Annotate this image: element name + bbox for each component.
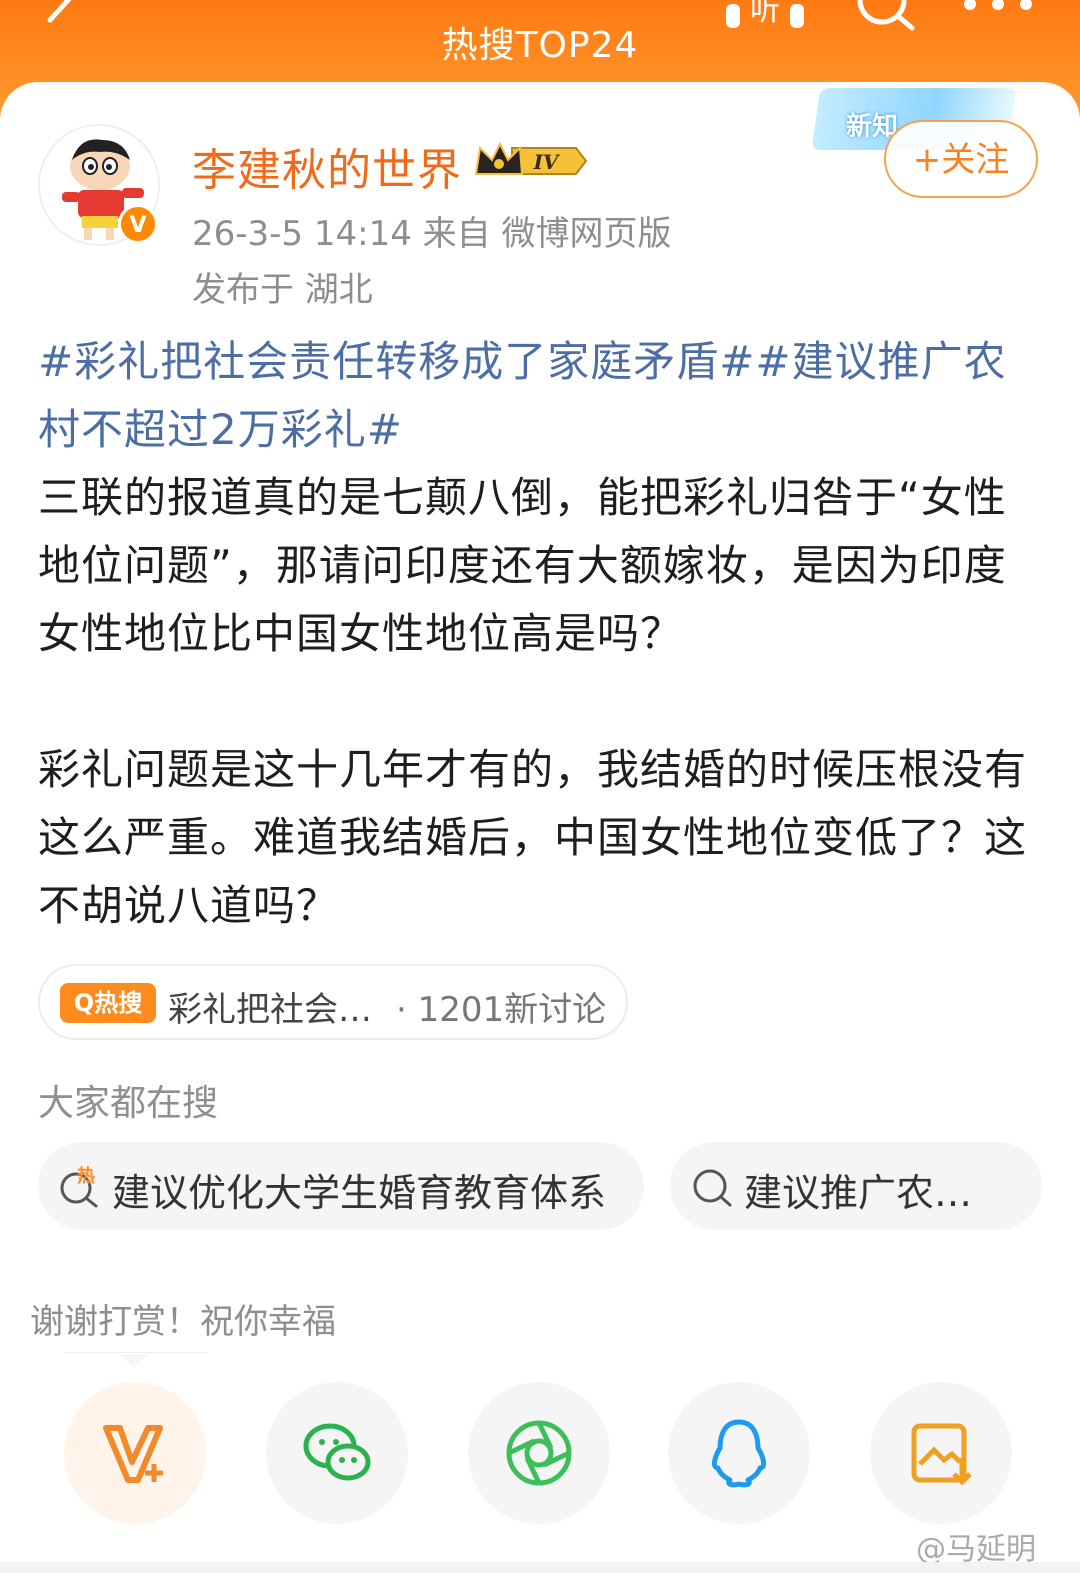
verified-badge: V xyxy=(118,204,158,244)
post-paragraph-1: 三联的报道真的是七颠八倒，能把彩礼归咎于“女性地位问题”，那请问印度还有大额嫁妆… xyxy=(38,473,1007,658)
bottom-bar xyxy=(0,1562,1080,1573)
search-icon xyxy=(693,1169,732,1207)
search-suggestion-label: 建议优化大学生婚育教育体系 xyxy=(112,1171,607,1215)
search-suggestion-label: 建议推广农… xyxy=(744,1171,973,1215)
save-image-icon xyxy=(911,1423,972,1486)
share-wechat-button[interactable] xyxy=(266,1382,408,1524)
listen-headphones-icon[interactable]: 听 xyxy=(722,0,808,36)
reward-v-plus-icon xyxy=(103,1425,163,1483)
hot-topic-text: 彩礼把社会… xyxy=(168,990,372,1030)
post-body: #彩礼把社会责任转移成了家庭矛盾##建议推广农村不超过2万彩礼# 三联的报道真的… xyxy=(38,328,1048,940)
search-icon[interactable] xyxy=(852,0,922,40)
post-hashtags[interactable]: #彩礼把社会责任转移成了家庭矛盾##建议推广农村不超过2万彩礼# xyxy=(38,328,1048,464)
tip-caret xyxy=(120,1354,148,1368)
post-meta: 26-3-5 14:14 来自 微博网页版 xyxy=(192,214,672,254)
hot-topic-chip[interactable]: Q热搜 彩礼把社会… · 1201新讨论 xyxy=(38,964,628,1040)
post-location: 发布于 湖北 xyxy=(192,270,373,310)
crown-level-badge-icon: IV xyxy=(474,141,588,175)
level-text: IV xyxy=(533,150,561,174)
follow-button[interactable]: +关注 xyxy=(884,120,1038,198)
reward-button[interactable] xyxy=(64,1382,206,1524)
search-suggestion-1[interactable]: 热 建议优化大学生婚育教育体系 xyxy=(38,1142,644,1230)
reward-tip-text: 谢谢打赏！祝你幸福 xyxy=(30,1302,336,1342)
search-suggestion-2[interactable]: 建议推广农… xyxy=(670,1142,1042,1230)
hot-mark: 热 xyxy=(77,1165,95,1187)
listen-label: 听 xyxy=(750,0,780,28)
hot-search-tag: Q热搜 xyxy=(60,983,156,1023)
moments-icon xyxy=(506,1420,572,1486)
wechat-icon xyxy=(303,1423,371,1481)
qq-icon xyxy=(711,1419,767,1488)
post-paragraph-2: 彩礼问题是这十几年才有的，我结婚的时候压根没有这么严重。难道我结婚后，中国女性地… xyxy=(38,745,1028,930)
more-dots-icon[interactable] xyxy=(960,0,1036,16)
tip-divider xyxy=(64,1352,208,1353)
save-image-button[interactable] xyxy=(870,1382,1012,1524)
share-moments-button[interactable] xyxy=(468,1382,610,1524)
everyone-searching-heading: 大家都在搜 xyxy=(38,1083,219,1124)
author-name[interactable]: 李建秋的世界 xyxy=(192,134,462,198)
hot-topic-count: · 1201新讨论 xyxy=(396,990,607,1030)
share-qq-button[interactable] xyxy=(668,1382,810,1524)
hot-search-icon: 热 xyxy=(60,1165,98,1208)
